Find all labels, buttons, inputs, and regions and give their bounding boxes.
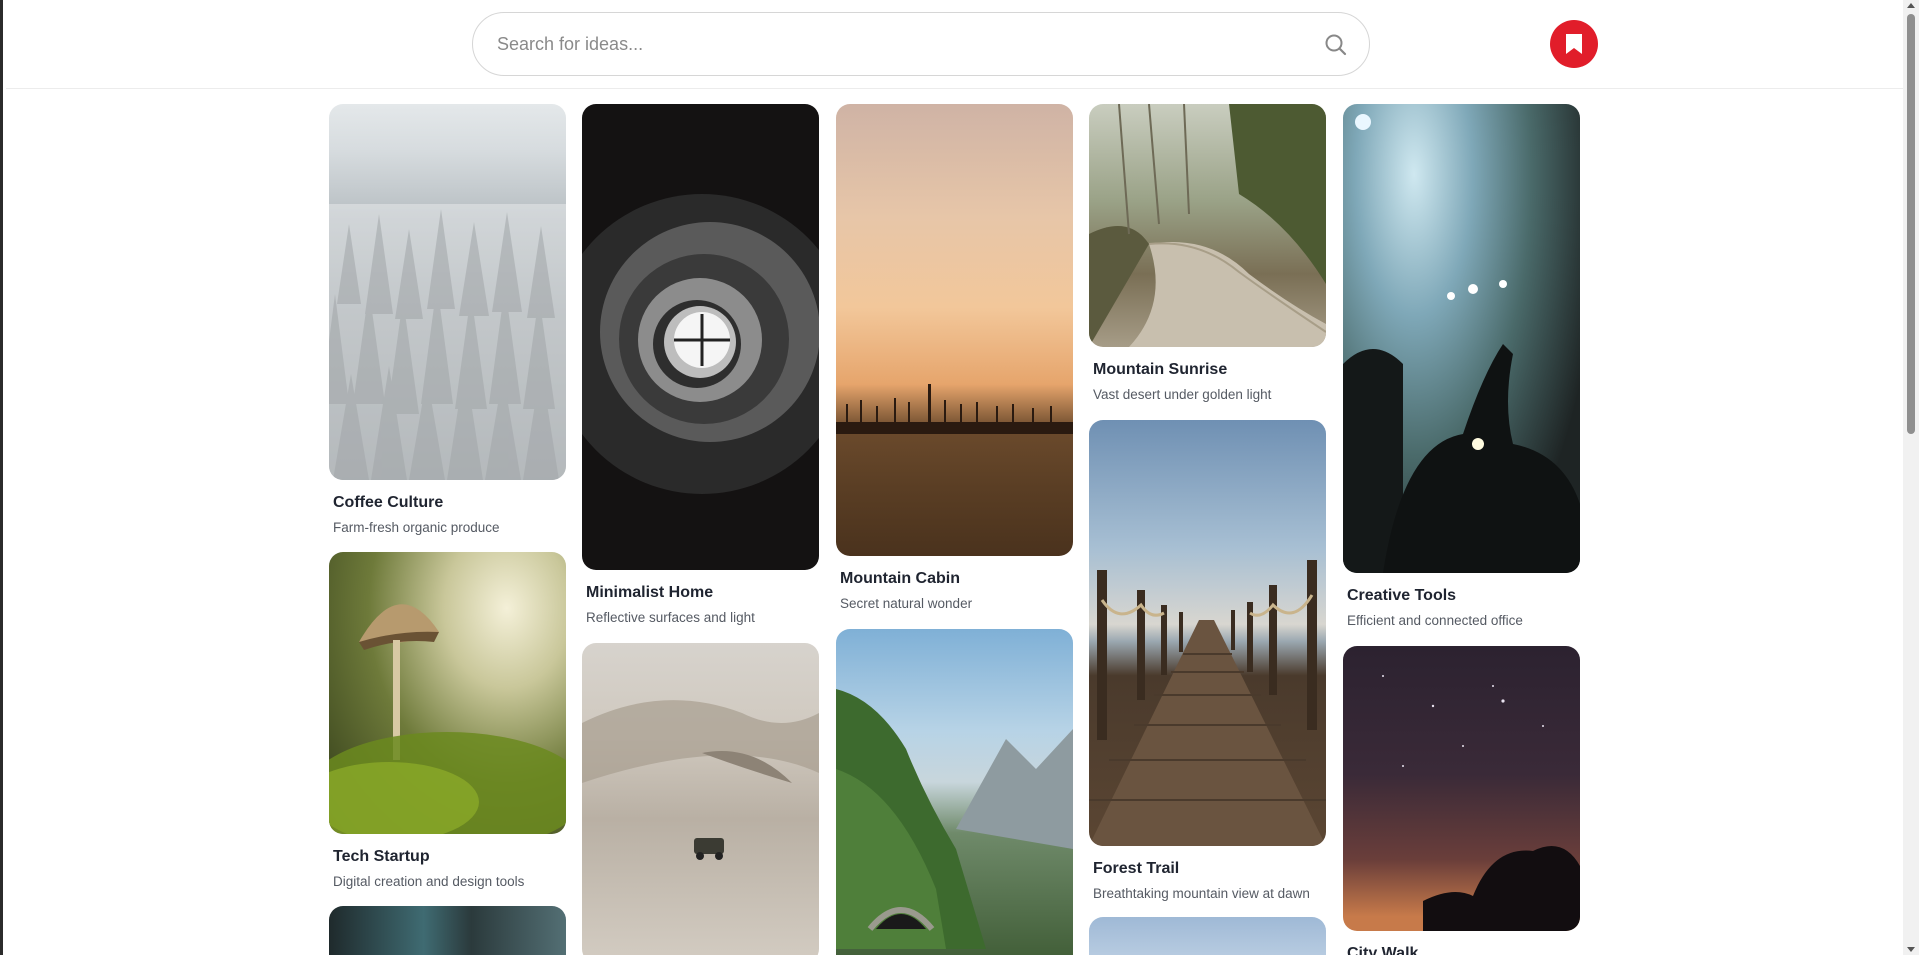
pin-description: Digital creation and design tools — [333, 874, 525, 889]
scrollbar[interactable] — [1903, 0, 1919, 955]
pin-card[interactable] — [329, 906, 566, 955]
scroll-down-arrow-icon[interactable] — [1907, 947, 1915, 952]
pin-card[interactable]: Coffee Culture Farm-fresh organic produc… — [329, 104, 566, 538]
pin-image[interactable] — [329, 552, 566, 834]
pin-card[interactable]: Creative Tools Efficient and connected o… — [1343, 104, 1580, 631]
bookmark-icon — [1566, 34, 1582, 54]
pin-card[interactable]: Mountain Cabin Secret natural wonder — [836, 104, 1073, 614]
pin-card[interactable]: Minimalist Home Reflective surfaces and … — [582, 104, 819, 628]
pin-image[interactable] — [1089, 104, 1326, 347]
pin-image[interactable] — [329, 104, 566, 480]
pin-description: Secret natural wonder — [840, 596, 973, 611]
pin-image[interactable] — [582, 643, 819, 955]
pin-description: Vast desert under golden light — [1093, 387, 1272, 402]
pin-description: Efficient and connected office — [1347, 613, 1523, 628]
pin-card[interactable] — [1089, 917, 1326, 955]
pin-title: Coffee Culture — [333, 494, 444, 511]
pin-card[interactable] — [836, 629, 1073, 955]
pin-description: Breathtaking mountain view at dawn — [1093, 886, 1310, 901]
pin-description: Farm-fresh organic produce — [333, 520, 500, 535]
pin-card[interactable]: Forest Trail Breathtaking mountain view … — [1089, 420, 1326, 904]
pin-title: Minimalist Home — [586, 584, 714, 601]
pin-image[interactable] — [1343, 646, 1580, 931]
search-icon[interactable] — [1323, 32, 1349, 58]
pin-image[interactable] — [1089, 917, 1326, 955]
pin-image[interactable] — [836, 104, 1073, 556]
saved-pins-button[interactable] — [1550, 20, 1598, 68]
pin-card[interactable]: City Walk — [1343, 646, 1580, 955]
top-header — [6, 0, 1906, 89]
pin-image[interactable] — [582, 104, 819, 570]
scroll-up-arrow-icon[interactable] — [1907, 3, 1915, 8]
pin-title: Forest Trail — [1093, 860, 1180, 877]
pin-description: Reflective surfaces and light — [586, 610, 755, 625]
pin-card[interactable]: Tech Startup Digital creation and design… — [329, 552, 566, 892]
browser-window: Coffee Culture Farm-fresh organic produc… — [0, 0, 1919, 955]
pin-card[interactable] — [582, 643, 819, 955]
scrollbar-thumb[interactable] — [1907, 14, 1915, 434]
pin-image[interactable] — [1343, 104, 1580, 573]
pin-image[interactable] — [329, 906, 566, 955]
pin-title: Mountain Cabin — [840, 570, 960, 587]
pin-image[interactable] — [836, 629, 1073, 955]
search-bar[interactable] — [472, 12, 1370, 76]
pin-title: City Walk — [1347, 945, 1419, 955]
pin-title: Mountain Sunrise — [1093, 361, 1228, 378]
search-input[interactable] — [497, 27, 1297, 61]
pin-image[interactable] — [1089, 420, 1326, 846]
pin-title: Creative Tools — [1347, 587, 1457, 604]
pin-card[interactable]: Mountain Sunrise Vast desert under golde… — [1089, 104, 1326, 405]
pin-title: Tech Startup — [333, 848, 430, 865]
